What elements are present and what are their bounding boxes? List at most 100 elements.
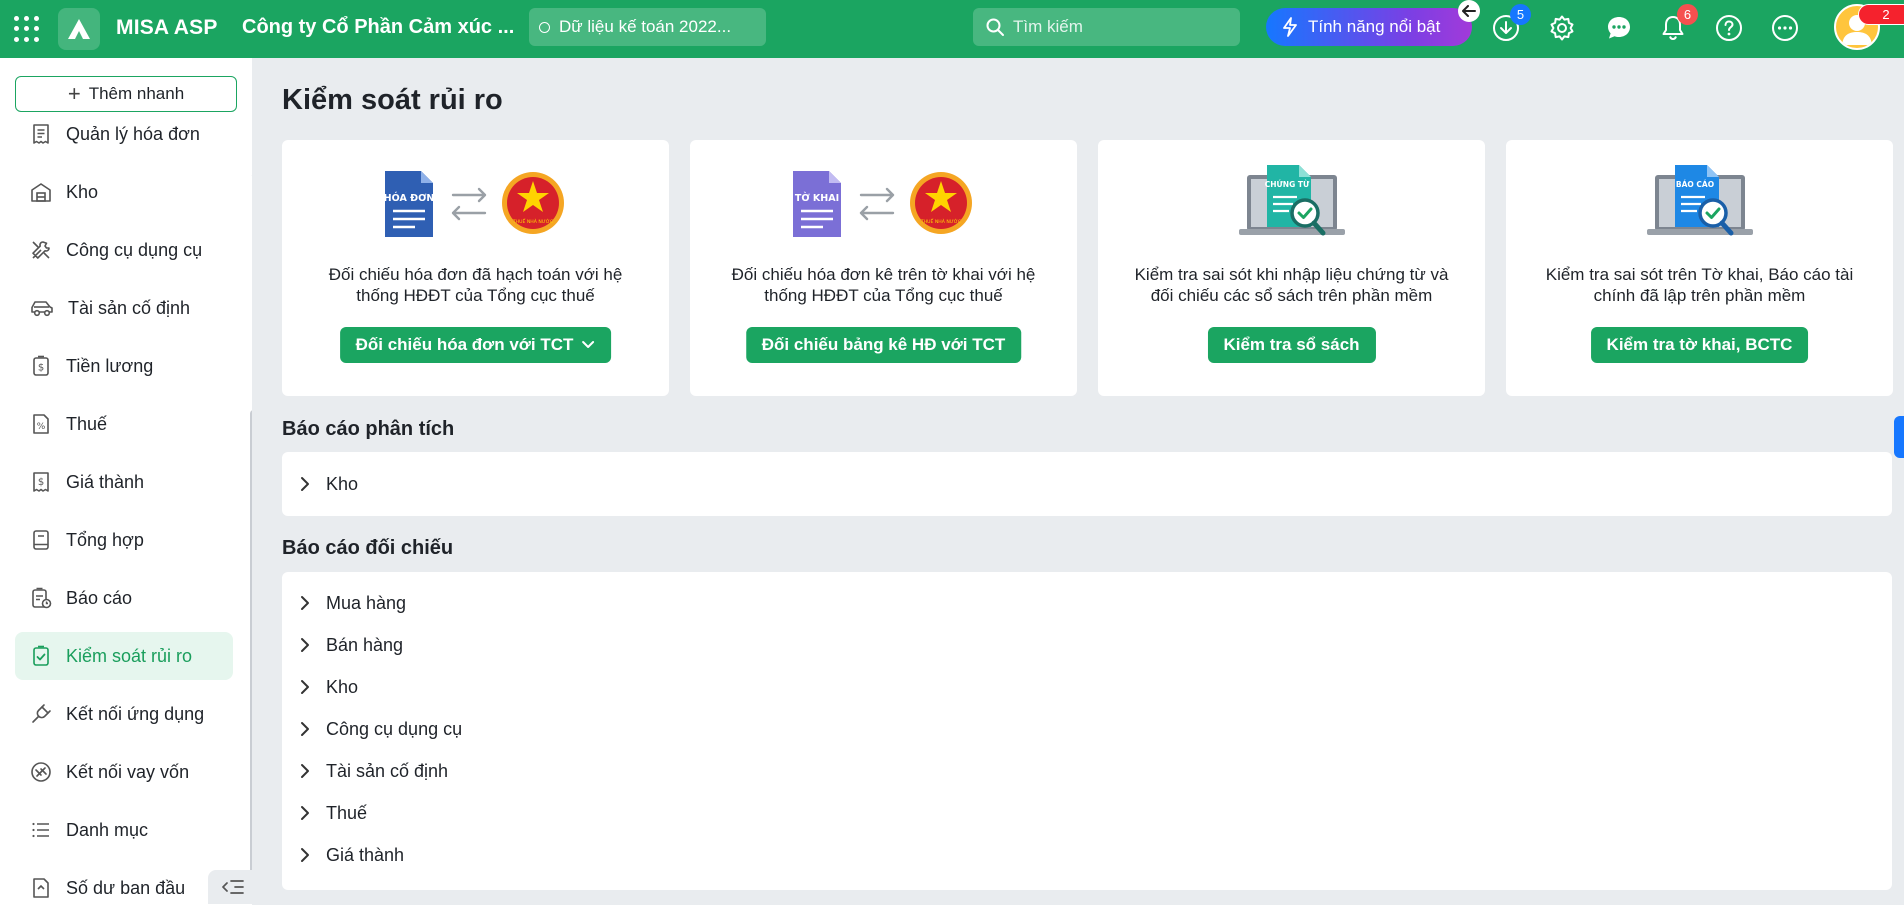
price-icon: $: [33, 472, 49, 492]
analysis-row-warehouse[interactable]: Kho: [300, 469, 358, 499]
card-check-declarations: BÁO CÁO Kiểm tra sai sót trên Tờ khai, B…: [1506, 140, 1893, 396]
dataset-label: Dữ liệu kế toán 2022...: [559, 17, 732, 36]
button-label: Đối chiếu bảng kê HĐ với TCT: [761, 335, 1006, 354]
sidebar-item-salary[interactable]: $ Tiền lương: [15, 342, 233, 390]
button-label: Kiểm tra sổ sách: [1223, 335, 1360, 354]
dataset-selector[interactable]: Dữ liệu kế toán 2022...: [529, 8, 766, 46]
brand-name: MISA ASP: [116, 16, 218, 39]
check-declarations-button[interactable]: Kiểm tra tờ khai, BCTC: [1590, 327, 1809, 363]
sidebar-item-label: Tiền lương: [66, 355, 154, 376]
sidebar-item-reports[interactable]: Báo cáo: [15, 574, 233, 622]
sidebar-item-label: Quản lý hóa đơn: [66, 123, 200, 144]
voucher-check-illustration: CHỨNG TỪ: [1238, 165, 1345, 236]
row-label: Tài sản cố định: [326, 760, 449, 781]
row-label: Kho: [326, 473, 359, 494]
sidebar-item-label: Kết nối ứng dụng: [66, 703, 205, 724]
sidebar-item-fixed-assets[interactable]: Tài sản cố định: [15, 284, 233, 332]
more-button[interactable]: [1770, 13, 1800, 43]
sidebar-item-label: Kết nối vay vốn: [66, 761, 190, 782]
reconcile-row-sales[interactable]: Bán hàng: [300, 630, 403, 660]
card-description: Đối chiếu hóa đơn đã hạch toán với hệ th…: [302, 264, 649, 306]
download-button[interactable]: 5: [1491, 4, 1531, 43]
sidebar-item-label: Tài sản cố định: [68, 297, 191, 318]
chevron-down-icon: [582, 341, 595, 348]
reconcile-list-button[interactable]: Đối chiếu bảng kê HĐ với TCT: [745, 327, 1022, 363]
settings-button[interactable]: [1547, 13, 1577, 43]
reconcile-row-cost[interactable]: Giá thành: [300, 840, 404, 870]
svg-text:%: %: [37, 422, 46, 432]
quick-add-button[interactable]: + Thêm nhanh: [15, 76, 237, 112]
card-doc-label: TỜ KHAI: [794, 192, 838, 204]
sidebar-scrollbar[interactable]: [250, 410, 252, 900]
book-icon: [33, 530, 49, 550]
button-label: Kiểm tra tờ khai, BCTC: [1606, 335, 1793, 354]
chat-button[interactable]: [1604, 13, 1634, 43]
tools-icon: [32, 241, 50, 259]
notification-button[interactable]: 6: [1658, 4, 1698, 43]
search-input[interactable]: [1013, 17, 1233, 37]
salary-icon: $: [33, 355, 49, 376]
sidebar-item-tools[interactable]: Công cụ dụng cụ: [15, 226, 233, 274]
sidebar-item-tax[interactable]: % Thuế: [15, 400, 233, 448]
card-desc-line: Đối chiếu hóa đơn đã hạch toán với hệ: [328, 265, 623, 284]
analysis-section-title: Báo cáo phân tích: [282, 418, 455, 440]
invoice-tax-illustration: HÓA ĐƠN THUẾ NHÀ NƯỚC: [383, 171, 564, 237]
chevron-right-icon: [301, 848, 309, 862]
loan-icon: [31, 762, 51, 782]
page-title: Kiểm soát rủi ro: [282, 84, 503, 116]
card-declaration-reconcile: TỜ KHAI THUẾ NHÀ NƯỚC Đối chiếu hóa đơn …: [690, 140, 1077, 396]
card-desc-line: Kiểm tra sai sót khi nhập liệu chứng từ …: [1134, 265, 1449, 284]
misa-logo[interactable]: [58, 8, 100, 50]
card-illustration: CHỨNG TỪ: [1098, 158, 1485, 248]
sidebar-item-label: Kiểm soát rủi ro: [66, 645, 193, 666]
side-panel-handle[interactable]: [1894, 416, 1904, 458]
reconcile-row-warehouse[interactable]: Kho: [300, 672, 358, 702]
featured-button[interactable]: Tính năng nổi bật: [1266, 8, 1472, 46]
chevron-right-icon: [301, 722, 309, 736]
sidebar-item-catalog[interactable]: Danh mục: [15, 806, 233, 854]
sidebar-item-label: Thuế: [66, 413, 108, 434]
sidebar-item-app-connect[interactable]: Kết nối ứng dụng: [15, 690, 233, 738]
reconcile-invoice-button[interactable]: Đối chiếu hóa đơn với TCT: [339, 327, 612, 363]
sidebar-item-invoice[interactable]: Quản lý hóa đơn: [15, 110, 233, 158]
row-label: Bán hàng: [326, 634, 404, 655]
report-icon: [32, 587, 52, 609]
sidebar-item-risk-control[interactable]: Kiểm soát rủi ro: [15, 632, 233, 680]
row-label: Giá thành: [326, 844, 405, 865]
reconcile-row-purchase[interactable]: Mua hàng: [300, 588, 406, 618]
car-icon: [31, 301, 53, 317]
warehouse-icon: [31, 183, 51, 202]
collapse-sidebar-button[interactable]: [208, 870, 258, 904]
card-desc-line: Đối chiếu hóa đơn kê trên tờ khai với hệ: [731, 265, 1036, 284]
card-invoice-reconcile: HÓA ĐƠN THUẾ NHÀ NƯỚC Đối chiếu hóa đơn …: [282, 140, 669, 396]
dataset-status-icon: [539, 21, 550, 33]
svg-text:$: $: [38, 477, 44, 488]
apps-grid-icon[interactable]: [14, 16, 40, 42]
chat-icon: [1608, 17, 1630, 39]
plus-icon: +: [67, 81, 81, 106]
row-label: Kho: [326, 676, 359, 697]
reconcile-row-tools[interactable]: Công cụ dụng cụ: [300, 714, 462, 744]
card-desc-line: đối chiếu các sổ sách trên phần mềm: [1150, 286, 1433, 305]
search-box[interactable]: [973, 8, 1240, 46]
sidebar-item-cost[interactable]: $ Giá thành: [15, 458, 233, 506]
help-button[interactable]: [1714, 13, 1744, 43]
sidebar-item-summary[interactable]: Tổng hợp: [15, 516, 233, 564]
reconcile-row-fixed-assets[interactable]: Tài sản cố định: [300, 756, 448, 786]
reconcile-panel: Mua hàng Bán hàng Kho Công cụ dụng cụ Tà…: [282, 572, 1892, 890]
reconcile-row-tax[interactable]: Thuế: [300, 798, 367, 828]
sidebar-item-opening-balance[interactable]: Số dư ban đầu: [15, 864, 233, 905]
back-arrow-icon[interactable]: [1458, 0, 1480, 22]
download-badge: 5: [1510, 4, 1531, 25]
sidebar-item-warehouse[interactable]: Kho: [15, 168, 233, 216]
check-books-button[interactable]: Kiểm tra sổ sách: [1207, 327, 1376, 363]
company-name[interactable]: Công ty Cổ Phần Cảm xúc ...: [242, 16, 514, 39]
scroll-up-icon[interactable]: ▲: [250, 168, 252, 178]
sidebar-item-loan-connect[interactable]: Kết nối vay vốn: [15, 748, 233, 796]
sidebar: + Thêm nhanh ▲ Quản lý hóa đơn Kho Công …: [0, 58, 252, 905]
card-doc-label: BÁO CÁO: [1675, 180, 1713, 189]
notification-badge: 6: [1677, 4, 1698, 25]
chevron-right-icon: [301, 596, 309, 610]
row-label: Thuế: [326, 802, 368, 823]
chevron-right-icon: [301, 806, 309, 820]
